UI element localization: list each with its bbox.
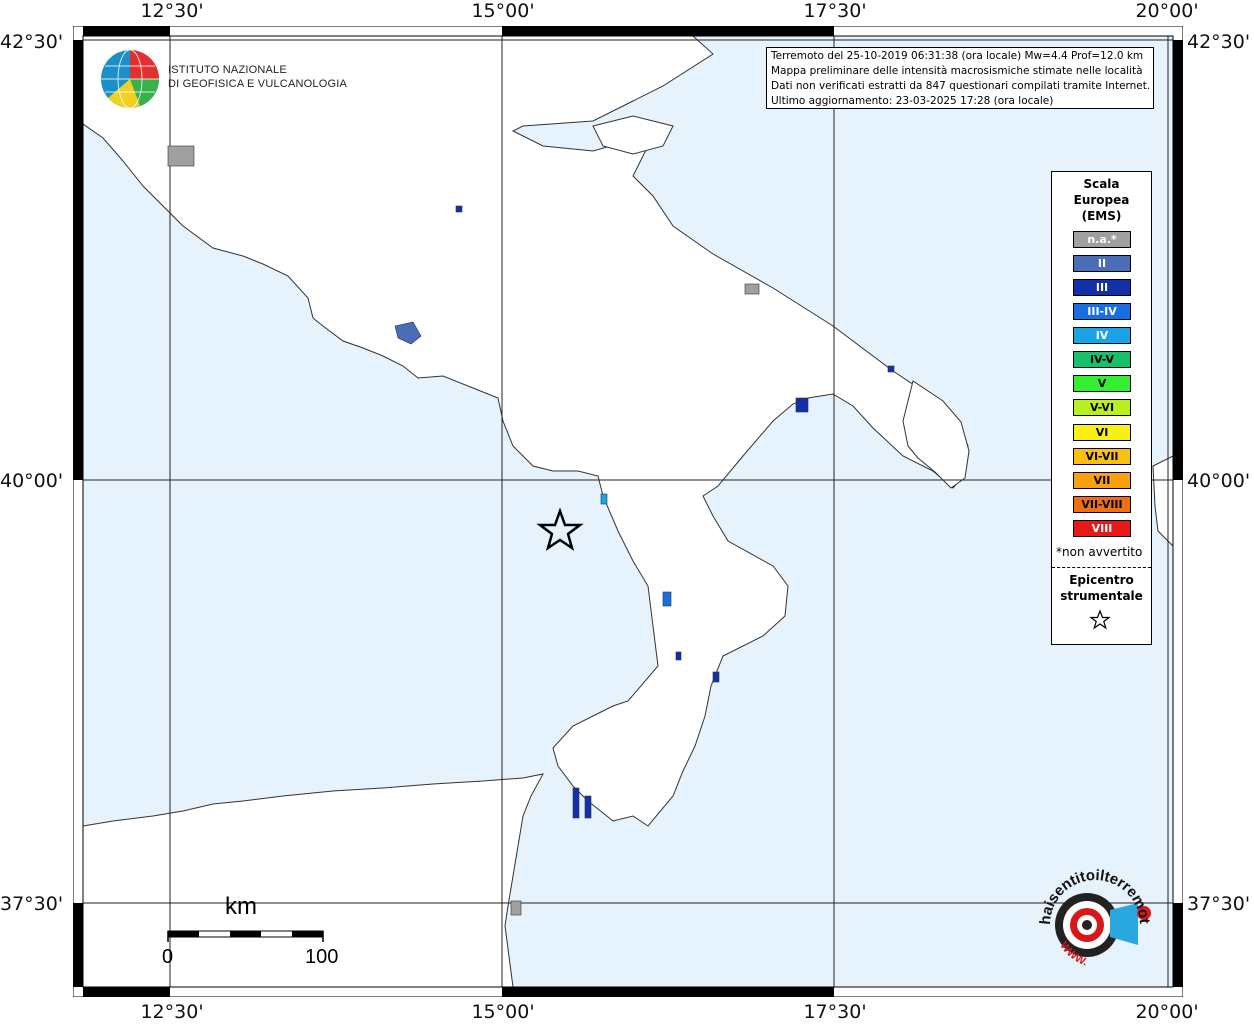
legend-epicenter-label: Epicentro strumentale bbox=[1052, 572, 1151, 604]
legend-swatch-iv: IV bbox=[1073, 327, 1131, 344]
legend-swatch-v-vi: V-VI bbox=[1073, 399, 1131, 416]
lon-label-bottom: 17°30' bbox=[803, 1001, 867, 1023]
ingv-line2: DI GEOFISICA E VULCANOLOGIA bbox=[168, 78, 347, 90]
legend-swatch-vii: VII bbox=[1073, 472, 1131, 489]
ingv-globe-icon bbox=[101, 49, 159, 109]
legend-swatch-vi: VI bbox=[1073, 424, 1131, 441]
legend-swatch-na: n.a.* bbox=[1073, 231, 1131, 248]
legend-epicenter-line2: strumentale bbox=[1060, 589, 1143, 603]
legend-title-line2: Europea bbox=[1073, 193, 1130, 207]
ingv-line1: ISTITUTO NAZIONALE bbox=[168, 64, 287, 76]
legend-divider bbox=[1052, 567, 1151, 568]
locality-na bbox=[167, 145, 195, 167]
lon-label-top: 17°30' bbox=[803, 0, 867, 22]
legend-swatch-v: V bbox=[1073, 375, 1131, 392]
legend-title-line1: Scala bbox=[1083, 177, 1120, 191]
lon-label-bottom: 15°00' bbox=[471, 1001, 535, 1023]
event-info-line4: Ultimo aggiornamento: 23-03-2025 17:28 (… bbox=[771, 95, 1054, 107]
ingv-wordmark: ISTITUTO NAZIONALE DI GEOFISICA E VULCAN… bbox=[168, 63, 347, 91]
legend-star-icon bbox=[1089, 609, 1111, 630]
lon-label-top: 12°30' bbox=[140, 0, 204, 22]
legend-swatch-viii: VIII bbox=[1073, 520, 1131, 537]
event-info-line2: Mappa preliminare delle intensità macros… bbox=[771, 65, 1143, 77]
haisentito-logo-icon: haisentitoilterremoto.it WWW. bbox=[1030, 855, 1153, 968]
locality-iv bbox=[600, 493, 608, 505]
locality-iii bbox=[887, 365, 895, 373]
legend-note: *non avvertito bbox=[1056, 545, 1143, 559]
scale-min-label: 0 bbox=[162, 946, 174, 968]
lon-label-top: 20°00' bbox=[1135, 0, 1199, 22]
locality-iii bbox=[675, 651, 682, 661]
locality-iii bbox=[795, 397, 809, 413]
event-info-line3: Dati non verificati estratti da 847 ques… bbox=[771, 80, 1151, 92]
legend-epicenter-line1: Epicentro bbox=[1069, 573, 1134, 587]
scale-max-label: 100 bbox=[305, 946, 339, 968]
locality-na bbox=[510, 900, 522, 916]
lat-label-left: 40°00' bbox=[0, 470, 64, 492]
lat-label-left: 37°30' bbox=[0, 893, 64, 915]
legend-swatch-vi-vii: VI-VII bbox=[1073, 448, 1131, 465]
event-info-box: Terremoto del 25-10-2019 06:31:38 (ora l… bbox=[766, 47, 1154, 109]
locality-iii-iv bbox=[662, 591, 672, 607]
seismic-intensity-map[interactable] bbox=[73, 26, 1183, 997]
locality-iii bbox=[712, 671, 720, 683]
legend-swatch-iii-iv: III-IV bbox=[1073, 303, 1131, 320]
lon-label-bottom: 12°30' bbox=[140, 1001, 204, 1023]
legend-title-line3: (EMS) bbox=[1081, 209, 1122, 223]
lat-label-right: 40°00' bbox=[1187, 470, 1251, 492]
lat-label-right: 37°30' bbox=[1187, 893, 1251, 915]
legend-swatch-ii: II bbox=[1073, 255, 1131, 272]
locality-na bbox=[744, 283, 760, 295]
lon-label-bottom: 20°00' bbox=[1135, 1001, 1199, 1023]
lon-label-top: 15°00' bbox=[471, 0, 535, 22]
locality-iii bbox=[572, 787, 580, 819]
locality-iii bbox=[455, 205, 463, 213]
legend-swatch-vii-viii: VII-VIII bbox=[1073, 496, 1131, 513]
lat-label-left: 42°30' bbox=[0, 31, 64, 53]
legend-swatch-iv-v: IV-V bbox=[1073, 351, 1131, 368]
ems-legend: Scala Europea (EMS) n.a.* II III III-IV … bbox=[1051, 171, 1152, 645]
legend-swatch-iii: III bbox=[1073, 279, 1131, 296]
lat-label-right: 42°30' bbox=[1187, 31, 1251, 53]
legend-title: Scala Europea (EMS) bbox=[1052, 176, 1151, 224]
event-info-line1: Terremoto del 25-10-2019 06:31:38 (ora l… bbox=[771, 50, 1144, 62]
locality-iii bbox=[584, 795, 592, 819]
